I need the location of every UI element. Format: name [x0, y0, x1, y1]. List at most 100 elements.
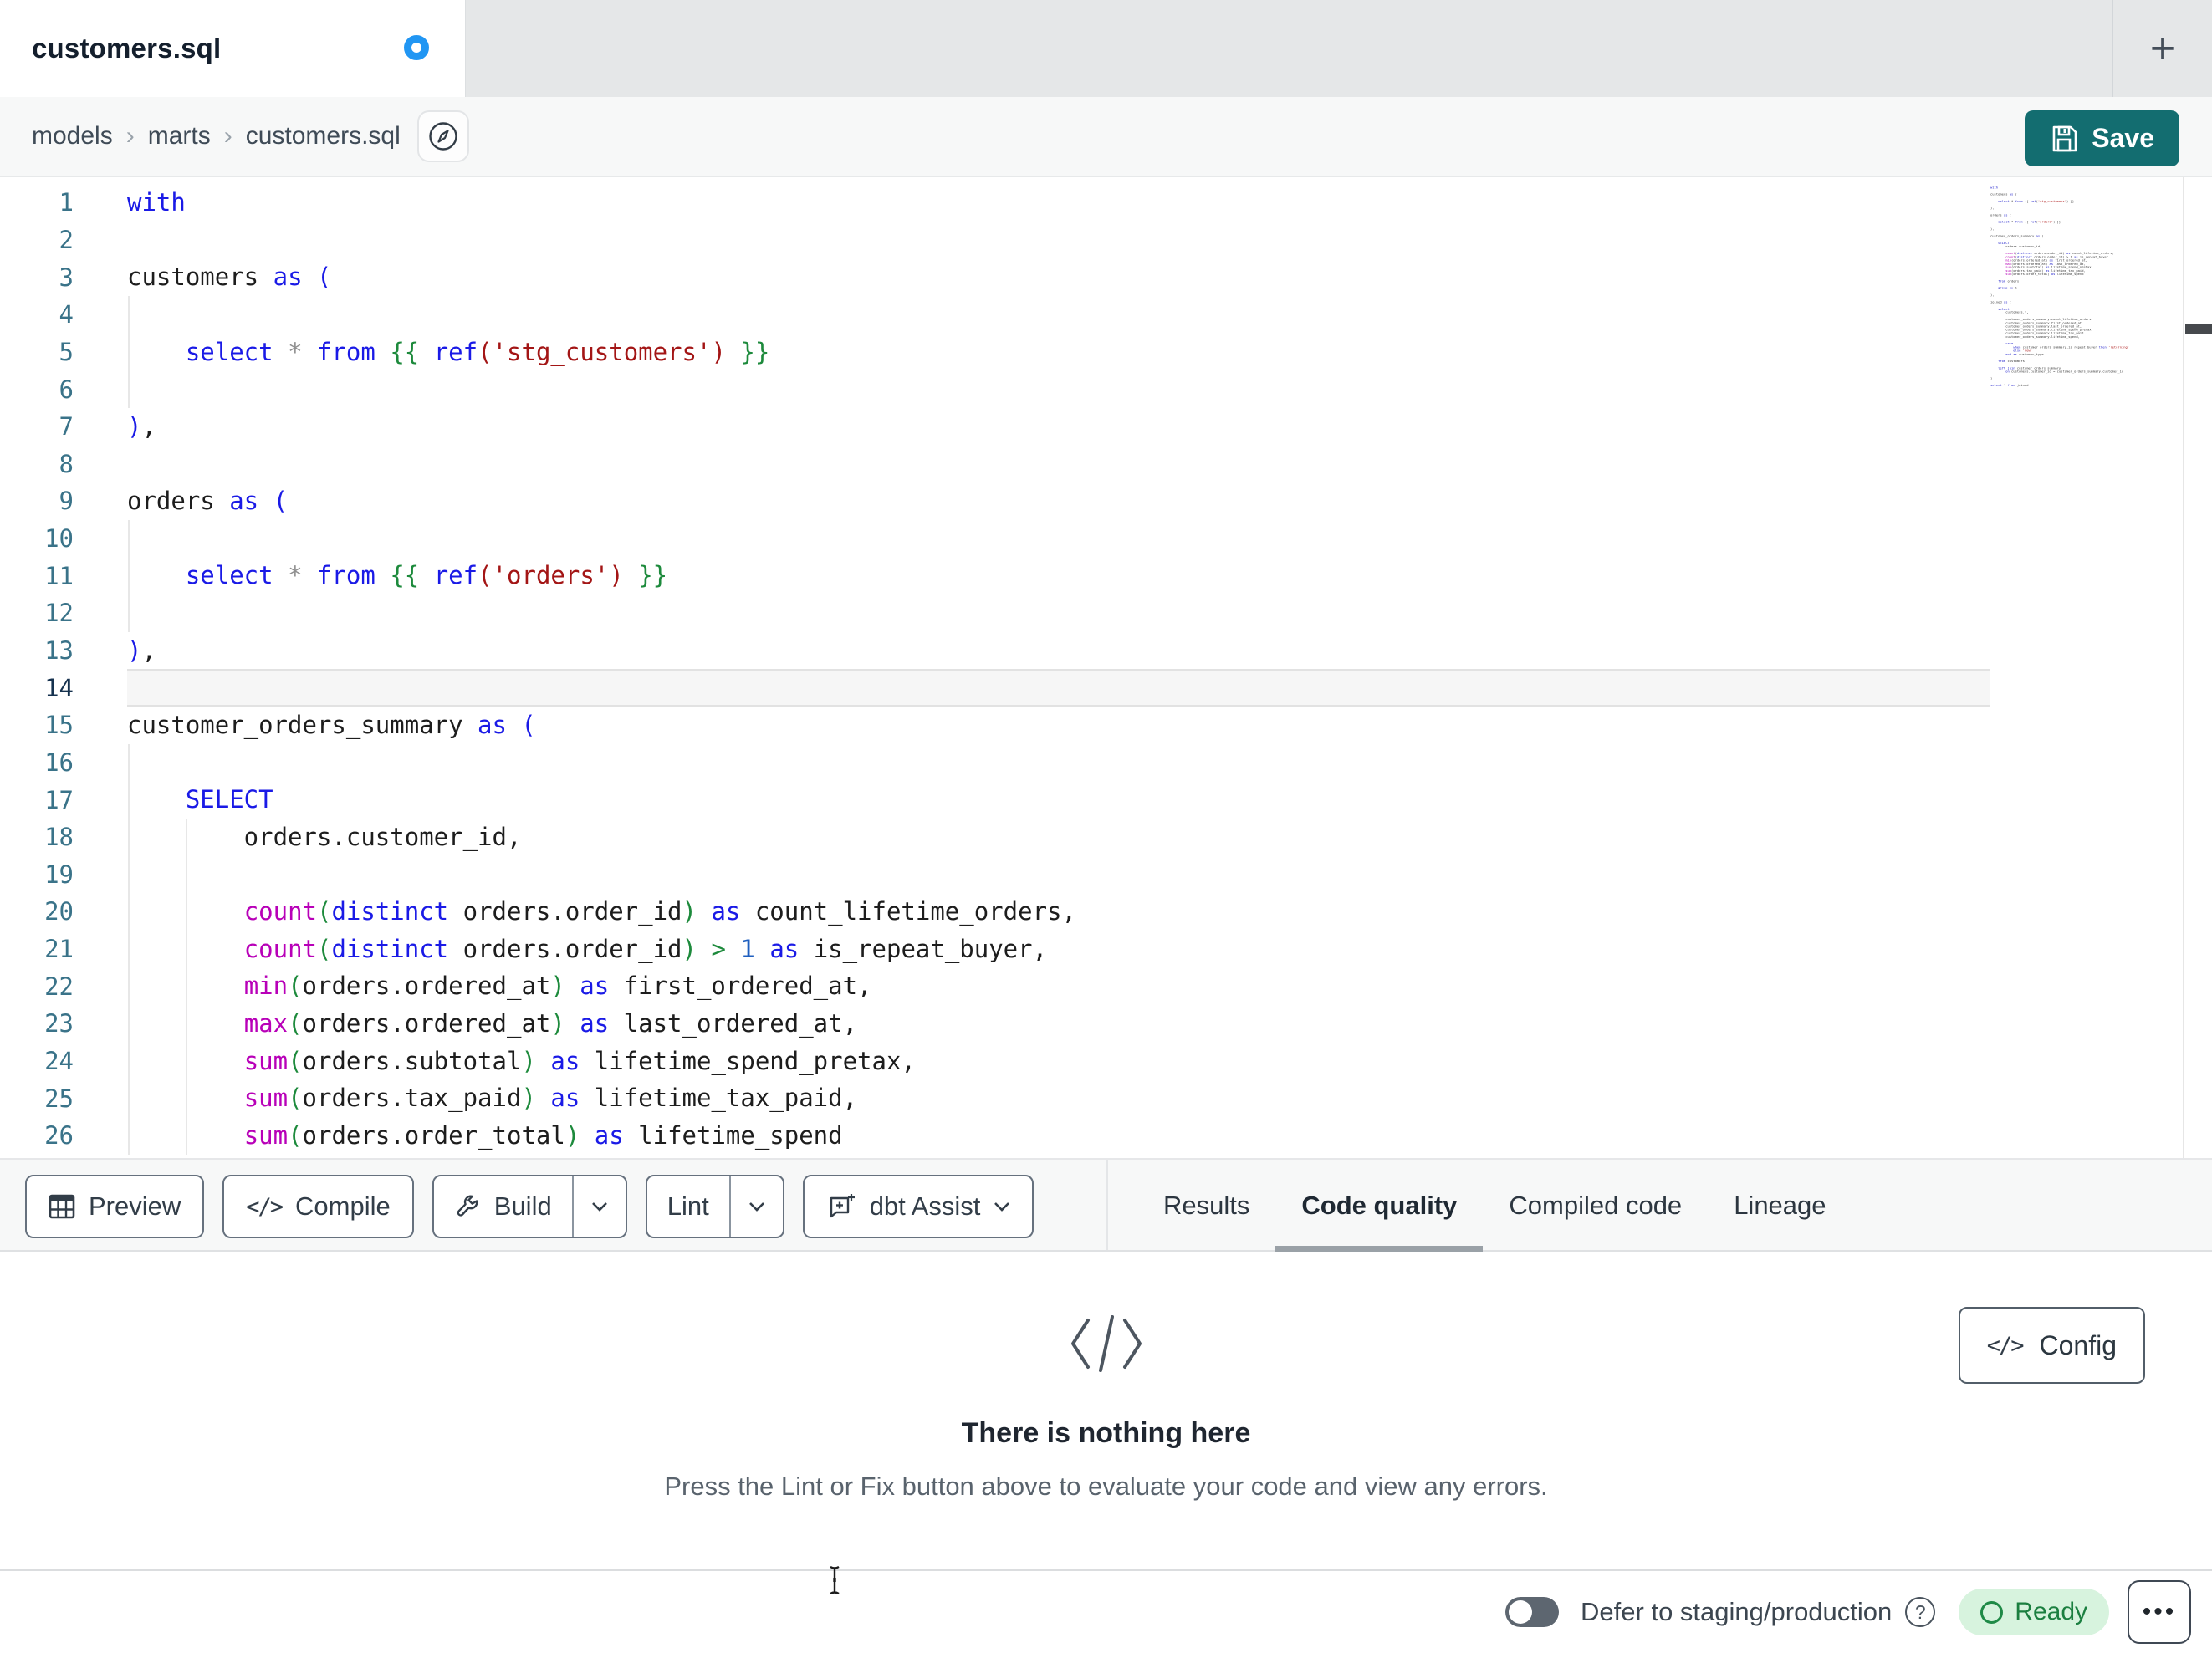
toggle-knob [1509, 1600, 1533, 1624]
current-line[interactable]: 14 [0, 669, 2212, 707]
code-line[interactable]: 13), [0, 632, 2212, 670]
code-text [127, 669, 1990, 707]
code-text: max(orders.ordered_at) as last_ordered_a… [243, 1009, 858, 1038]
chevron-down-icon [748, 1202, 764, 1212]
code-line[interactable]: 22 min(orders.ordered_at) as first_order… [0, 967, 2212, 1005]
defer-label: Defer to staging/production [1581, 1597, 1893, 1626]
code-line[interactable]: 25 sum(orders.tax_paid) as lifetime_tax_… [0, 1079, 2212, 1117]
compile-button[interactable]: </> Compile [222, 1175, 414, 1238]
build-dropdown[interactable] [574, 1176, 626, 1237]
code-line[interactable]: 1 with [0, 184, 2212, 222]
tab-lineage[interactable]: Lineage [1708, 1160, 1852, 1252]
line-number: 3 [59, 263, 74, 292]
line-number: 18 [44, 823, 74, 852]
code-text: orders as ( [127, 487, 289, 516]
line-number: 7 [59, 412, 74, 441]
breadcrumb-separator: › [125, 122, 135, 150]
code-line[interactable]: 26 sum(orders.order_total) as lifetime_s… [0, 1117, 2212, 1155]
tab-title: customers.sql [32, 33, 222, 64]
line-number: 25 [44, 1084, 74, 1113]
line-number: 24 [44, 1047, 74, 1076]
line-number: 26 [44, 1121, 74, 1150]
code-editor[interactable]: 1 with 2 3 customers as ( 4 5 select * from {{… [0, 177, 2212, 1158]
breadcrumb-item[interactable]: marts [148, 122, 211, 151]
line-number: 4 [59, 300, 74, 329]
line-number: 20 [44, 897, 74, 926]
tab-compiled-code[interactable]: Compiled code [1483, 1160, 1708, 1252]
code-line[interactable]: 9 orders as ( [0, 482, 2212, 520]
code-text: customer_orders_summary as ( [127, 710, 536, 739]
dbt-assist-button[interactable]: dbt Assist [802, 1175, 1034, 1238]
ready-label: Ready [2015, 1598, 2087, 1625]
tab-results[interactable]: Results [1137, 1160, 1275, 1252]
chevron-down-icon [994, 1202, 1010, 1212]
code-line[interactable]: 23 max(orders.ordered_at) as last_ordere… [0, 1005, 2212, 1043]
tab-code-quality[interactable]: Code quality [1275, 1160, 1484, 1252]
code-line[interactable]: 16 [0, 744, 2212, 782]
code-line[interactable]: 19 [0, 856, 2212, 894]
unsaved-indicator-icon [404, 35, 429, 60]
action-toolbar: Preview </> Compile Build Lint dbt Assis… [0, 1158, 2212, 1252]
line-number: 12 [44, 599, 74, 628]
code-line[interactable]: 5 select * from {{ ref('stg_customers') … [0, 334, 2212, 371]
breadcrumb: models › marts › customers.sql [32, 122, 401, 151]
help-icon[interactable]: ? [1905, 1597, 1936, 1627]
lint-dropdown[interactable] [731, 1176, 783, 1237]
defer-toggle[interactable] [1505, 1597, 1560, 1627]
preview-label: Preview [89, 1191, 181, 1221]
line-number: 11 [44, 561, 74, 590]
preview-button[interactable]: Preview [25, 1175, 205, 1238]
code-line[interactable]: 7), [0, 408, 2212, 446]
chevron-down-icon [591, 1202, 607, 1212]
code-line[interactable]: 17 SELECT [0, 781, 2212, 819]
build-split-button: Build [432, 1175, 627, 1238]
more-options-button[interactable]: ••• [2128, 1580, 2191, 1644]
code-line[interactable]: 21 count(distinct orders.order_id) > 1 a… [0, 931, 2212, 968]
ready-badge[interactable]: Ready [1959, 1589, 2109, 1635]
code-line[interactable]: 10 [0, 520, 2212, 558]
code-line[interactable]: 8 [0, 445, 2212, 482]
breadcrumb-separator: › [223, 122, 232, 150]
code-line[interactable]: 2 [0, 222, 2212, 259]
config-button[interactable]: </> Config [1958, 1307, 2145, 1384]
compile-label: Compile [295, 1191, 391, 1221]
new-tab-button[interactable]: + [2113, 0, 2212, 97]
line-number: 5 [59, 337, 74, 366]
code-text: sum(orders.tax_paid) as lifetime_tax_pai… [243, 1084, 858, 1113]
code-line[interactable]: 11 select * from {{ ref('orders') }} [0, 557, 2212, 594]
results-panel: There is nothing here Press the Lint or … [0, 1252, 2212, 1569]
code-line[interactable]: 12 [0, 594, 2212, 632]
compass-button[interactable] [416, 110, 469, 162]
breadcrumb-item[interactable]: models [32, 122, 113, 151]
text-cursor [830, 1565, 840, 1595]
lint-split-button: Lint [645, 1175, 784, 1238]
save-button[interactable]: Save [2025, 110, 2179, 166]
code-text: ), [127, 635, 156, 665]
build-label: Build [493, 1191, 552, 1221]
code-line[interactable]: 4 [0, 296, 2212, 334]
line-number: 23 [44, 1009, 74, 1038]
code-text: sum(orders.subtotal) as lifetime_spend_p… [243, 1046, 916, 1075]
code-line[interactable]: 18 orders.customer_id, [0, 819, 2212, 856]
breadcrumb-item[interactable]: customers.sql [246, 122, 401, 151]
code-line[interactable]: 15 customer_orders_summary as ( [0, 707, 2212, 744]
code-icon: </> [246, 1193, 284, 1220]
code-line[interactable]: 20 count(distinct orders.order_id) as co… [0, 893, 2212, 931]
save-icon [2052, 125, 2077, 151]
code-line[interactable]: 24 sum(orders.subtotal) as lifetime_spen… [0, 1043, 2212, 1080]
editor-tab[interactable]: customers.sql [0, 0, 466, 97]
code-text: count(distinct orders.order_id) as count… [243, 897, 1076, 926]
line-number: 15 [44, 711, 74, 740]
lint-button[interactable]: Lint [647, 1176, 731, 1237]
code-line[interactable]: 3 customers as ( [0, 258, 2212, 296]
code-text: SELECT [185, 785, 273, 814]
lint-label: Lint [667, 1191, 709, 1221]
build-button[interactable]: Build [434, 1176, 574, 1237]
code-line[interactable]: 6 [0, 370, 2212, 408]
